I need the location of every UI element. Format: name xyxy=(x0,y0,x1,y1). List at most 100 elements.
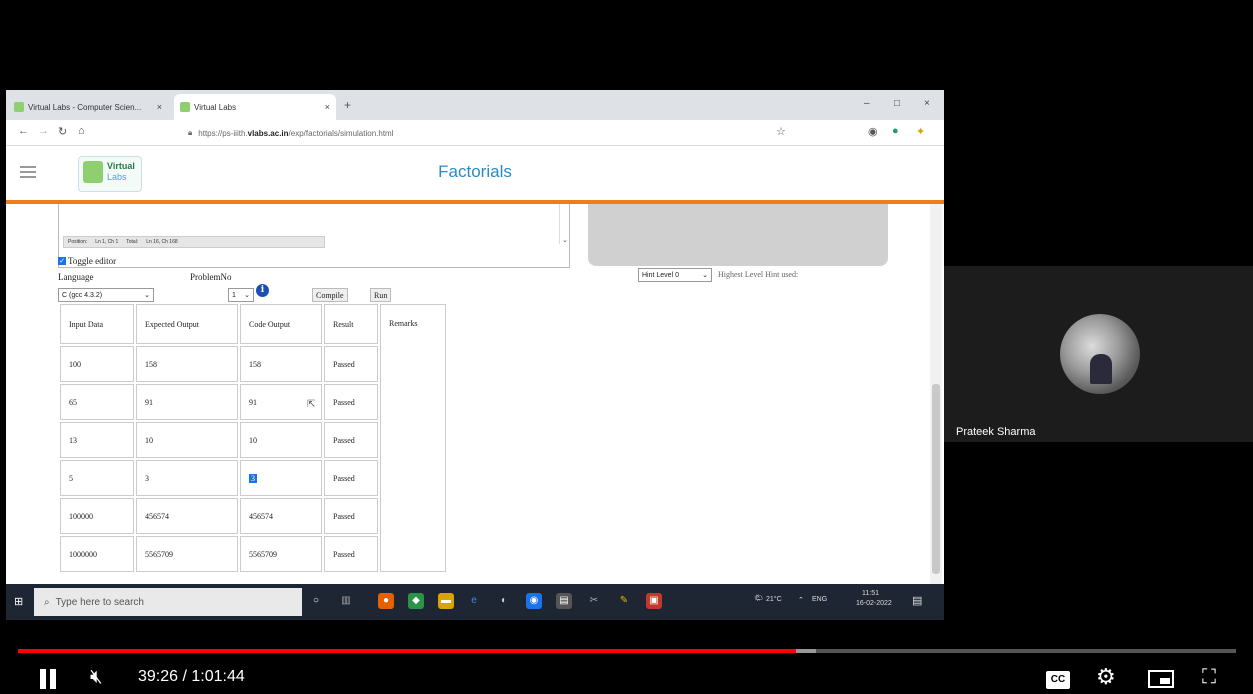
cell-expected: 91 xyxy=(136,384,238,420)
close-window-button[interactable]: × xyxy=(924,98,930,109)
clock-date[interactable]: 16-02-2022 xyxy=(856,600,892,607)
new-tab-button[interactable]: + xyxy=(344,98,351,112)
tab-label: Virtual Labs - Computer Scien... xyxy=(28,102,142,112)
header-expected-output: Expected Output xyxy=(136,304,238,344)
compile-button[interactable]: Compile xyxy=(312,288,348,302)
cell-input: 100 xyxy=(60,346,134,382)
browser-toolbar: ← → ↻ ⌂ 🔒︎ https://ps-iiith. vlabs.ac.in… xyxy=(6,120,944,146)
reload-icon[interactable]: ↻ xyxy=(58,125,67,138)
captions-button[interactable]: CC xyxy=(1046,671,1070,689)
close-tab-icon[interactable]: × xyxy=(325,102,330,112)
hint-level-select[interactable]: Hint Level 0 ⌄ xyxy=(638,268,712,282)
miniplayer-icon[interactable] xyxy=(1148,670,1174,688)
app-icon[interactable]: ✎ xyxy=(616,593,632,609)
cell-result: Passed xyxy=(324,422,378,458)
maximize-button[interactable]: □ xyxy=(894,98,900,109)
virtual-labs-favicon-icon xyxy=(180,102,190,112)
shared-screen: Virtual Labs - Computer Scien... × Virtu… xyxy=(6,90,944,620)
language-select[interactable]: C (gcc 4.3.2) ⌄ xyxy=(58,288,154,302)
settings-gear-icon[interactable]: ⚙︎ xyxy=(1096,664,1116,690)
position-label: Position: xyxy=(68,239,88,245)
mouse-cursor-icon: ⇱ xyxy=(307,399,316,410)
cell-result: Passed xyxy=(324,460,378,496)
header-remarks: Remarks xyxy=(380,304,446,572)
windows-taskbar: ⊞ ⌕ Type here to search ○ ▥ ● ◆ ▬ e ◐ ◉ … xyxy=(6,584,944,620)
bookmark-star-icon[interactable]: ☆ xyxy=(776,125,786,138)
info-icon[interactable]: i xyxy=(256,284,269,297)
internet-explorer-icon[interactable]: e xyxy=(466,593,482,609)
avatar xyxy=(1060,314,1140,394)
cell-input: 1000000 xyxy=(60,536,134,572)
shield-icon[interactable]: ◉ xyxy=(868,125,878,138)
selected-text: 3 xyxy=(249,473,257,483)
url-prefix: https://ps-iiith. xyxy=(198,128,248,138)
forward-arrow-icon[interactable]: → xyxy=(38,125,49,137)
edge-icon[interactable]: ◉ xyxy=(526,593,542,609)
fullscreen-icon[interactable]: ⛶ xyxy=(1202,666,1216,689)
cell-result: Passed xyxy=(324,498,378,534)
app-icon[interactable]: ◐ xyxy=(496,593,512,609)
problem-select[interactable]: 1 ⌄ xyxy=(228,288,254,302)
chevron-down-icon: ⌄ xyxy=(144,292,150,299)
results-table: Input Data Expected Output Code Output R… xyxy=(58,302,448,574)
home-icon[interactable]: ⌂ xyxy=(78,125,85,137)
miniplayer-inner-icon xyxy=(1160,678,1170,684)
url-suffix: /exp/factorials/simulation.html xyxy=(288,128,394,138)
cell-output: 456574 xyxy=(240,498,322,534)
pause-button[interactable] xyxy=(38,669,60,689)
url-domain: vlabs.ac.in xyxy=(247,128,289,138)
browser-tab-2[interactable]: Virtual Labs × xyxy=(174,94,336,120)
cell-input: 100000 xyxy=(60,498,134,534)
app-icon[interactable]: ▣ xyxy=(646,593,662,609)
browser-tab-strip: Virtual Labs - Computer Scien... × Virtu… xyxy=(6,90,944,120)
minimize-button[interactable]: – xyxy=(864,98,870,109)
hint-used-text: Highest Level Hint used: xyxy=(718,270,799,279)
notification-icon[interactable]: ▤ xyxy=(912,594,922,607)
back-arrow-icon[interactable]: ← xyxy=(18,125,29,137)
mute-icon[interactable]: 🔇︎ xyxy=(90,666,103,689)
header-code-output: Code Output xyxy=(240,304,322,344)
app-icon[interactable]: ✂ xyxy=(586,593,602,609)
weather-text[interactable]: 21°C xyxy=(766,596,782,603)
close-tab-icon[interactable]: × xyxy=(157,102,162,112)
presenter-figure xyxy=(1090,354,1112,384)
scrollbar-thumb[interactable] xyxy=(932,384,940,574)
toggle-editor[interactable]: ✓ Toggle editor xyxy=(58,256,116,266)
cell-output: 5565709 xyxy=(240,536,322,572)
scroll-down-icon[interactable]: ⌄ xyxy=(562,236,568,244)
cell-expected: 158 xyxy=(136,346,238,382)
clock-time[interactable]: 11:51 xyxy=(862,590,879,597)
editor-scrollbar[interactable]: ⌄ xyxy=(559,204,569,244)
task-view-icon[interactable]: ▥ xyxy=(338,593,354,609)
extension-icon[interactable]: ● xyxy=(892,125,899,137)
total-label: Total: xyxy=(126,239,139,245)
app-icon[interactable]: ◆ xyxy=(408,593,424,609)
presenter-name: Prateek Sharma xyxy=(956,426,1036,438)
browser-tab-1[interactable]: Virtual Labs - Computer Scien... × xyxy=(8,94,168,120)
cell-input: 5 xyxy=(60,460,134,496)
cell-output: 158 xyxy=(240,346,322,382)
header-result: Result xyxy=(324,304,378,344)
code-editor[interactable]: ⌄ Position: Ln 1, Ch 1 Total: Ln 16, Ch … xyxy=(58,204,570,268)
problem-value: 1 xyxy=(232,291,236,299)
video-time: 39:26 / 1:01:44 xyxy=(138,668,245,685)
file-explorer-icon[interactable]: ▬ xyxy=(438,593,454,609)
address-bar[interactable]: 🔒︎ https://ps-iiith. vlabs.ac.in /exp/fa… xyxy=(188,125,778,141)
checkbox-checked-icon[interactable]: ✓ xyxy=(58,257,66,265)
run-button[interactable]: Run xyxy=(370,288,392,302)
language-value: C (gcc 4.3.2) xyxy=(62,291,103,299)
cortana-icon[interactable]: ○ xyxy=(308,593,324,609)
cell-input: 13 xyxy=(60,422,134,458)
taskbar-search[interactable]: ⌕ Type here to search xyxy=(34,588,302,616)
cell-result: Passed xyxy=(324,346,378,382)
app-icon[interactable]: ▤ xyxy=(556,593,572,609)
cell-input: 65 xyxy=(60,384,134,420)
profile-icon[interactable]: ✦ xyxy=(916,125,925,138)
page-scrollbar[interactable] xyxy=(930,204,942,586)
firefox-icon[interactable]: ● xyxy=(378,593,394,609)
chevron-down-icon: ⌄ xyxy=(244,292,250,299)
windows-start-icon[interactable]: ⊞ xyxy=(14,595,23,608)
total-value: Ln 16, Ch 168 xyxy=(146,239,178,245)
tray-chevron-icon[interactable]: ⌃ xyxy=(798,596,804,604)
language-indicator[interactable]: ENG xyxy=(812,596,827,603)
